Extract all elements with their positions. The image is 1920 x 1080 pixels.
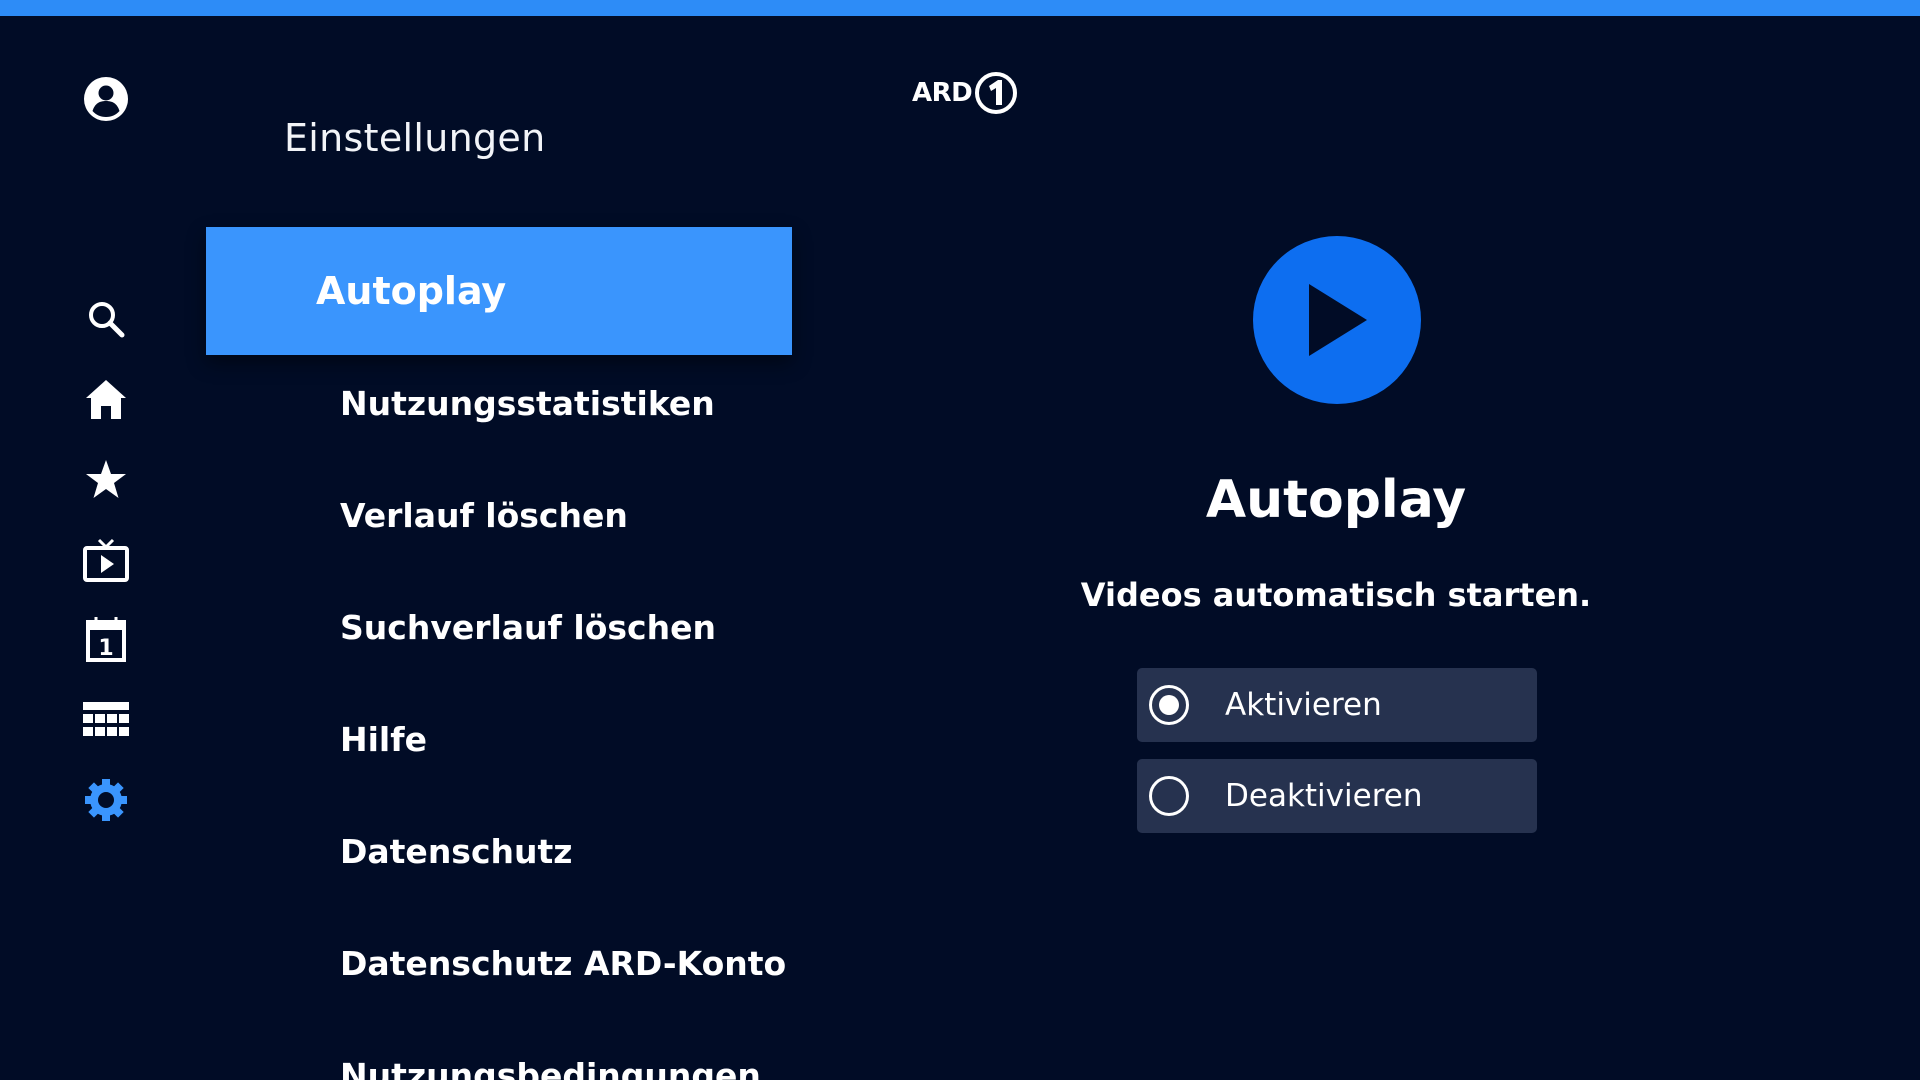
grid-icon[interactable] [81, 695, 131, 745]
menu-item-label: Verlauf löschen [340, 495, 628, 535]
ard-logo: ARD [912, 70, 1018, 116]
tv-icon[interactable] [81, 535, 131, 585]
menu-item-label: Nutzungsbedingungen [340, 1055, 761, 1080]
top-accent-bar [0, 0, 1920, 16]
profile-icon[interactable] [81, 74, 131, 124]
calendar-icon[interactable]: 1 [81, 614, 131, 664]
option-label: Deaktivieren [1225, 778, 1423, 814]
menu-item-nutzungsbedingungen[interactable]: Nutzungsbedingungen [206, 1019, 792, 1080]
menu-item-label: Datenschutz [340, 831, 573, 871]
menu-item-verlauf-loeschen[interactable]: Verlauf löschen [206, 459, 792, 571]
star-icon[interactable] [81, 454, 131, 504]
menu-item-datenschutz-ard-konto[interactable]: Datenschutz ARD-Konto [206, 907, 792, 1019]
menu-item-label: Suchverlauf löschen [340, 607, 716, 647]
menu-item-label: Autoplay [316, 269, 507, 313]
radio-unselected-icon[interactable] [1149, 776, 1189, 816]
option-aktivieren[interactable]: Aktivieren [1137, 668, 1537, 742]
home-icon[interactable] [81, 374, 131, 424]
menu-item-label: Hilfe [340, 719, 427, 759]
detail-title: Autoplay [1205, 470, 1467, 530]
svg-text:1: 1 [98, 636, 113, 661]
menu-item-suchverlauf-loeschen[interactable]: Suchverlauf löschen [206, 571, 792, 683]
page-title: Einstellungen [284, 116, 546, 160]
ard-one-icon [975, 72, 1018, 114]
detail-description: Videos automatisch starten. [1080, 576, 1592, 614]
menu-item-hilfe[interactable]: Hilfe [206, 683, 792, 795]
radio-selected-icon[interactable] [1149, 685, 1189, 725]
menu-item-label: Datenschutz ARD-Konto [340, 943, 787, 983]
gear-icon[interactable] [81, 775, 131, 825]
ard-logo-text: ARD [912, 78, 973, 108]
option-deaktivieren[interactable]: Deaktivieren [1137, 759, 1537, 833]
menu-item-label: Nutzungsstatistiken [340, 383, 715, 423]
search-icon[interactable] [81, 294, 131, 344]
play-icon [1253, 236, 1421, 404]
menu-item-autoplay[interactable]: Autoplay [206, 227, 792, 355]
menu-item-datenschutz[interactable]: Datenschutz [206, 795, 792, 907]
option-label: Aktivieren [1225, 687, 1382, 723]
settings-screen: 1 Einstellungen ARD Autoplay Nutzungssta… [0, 0, 1920, 1080]
menu-item-nutzungsstatistiken[interactable]: Nutzungsstatistiken [206, 347, 792, 459]
